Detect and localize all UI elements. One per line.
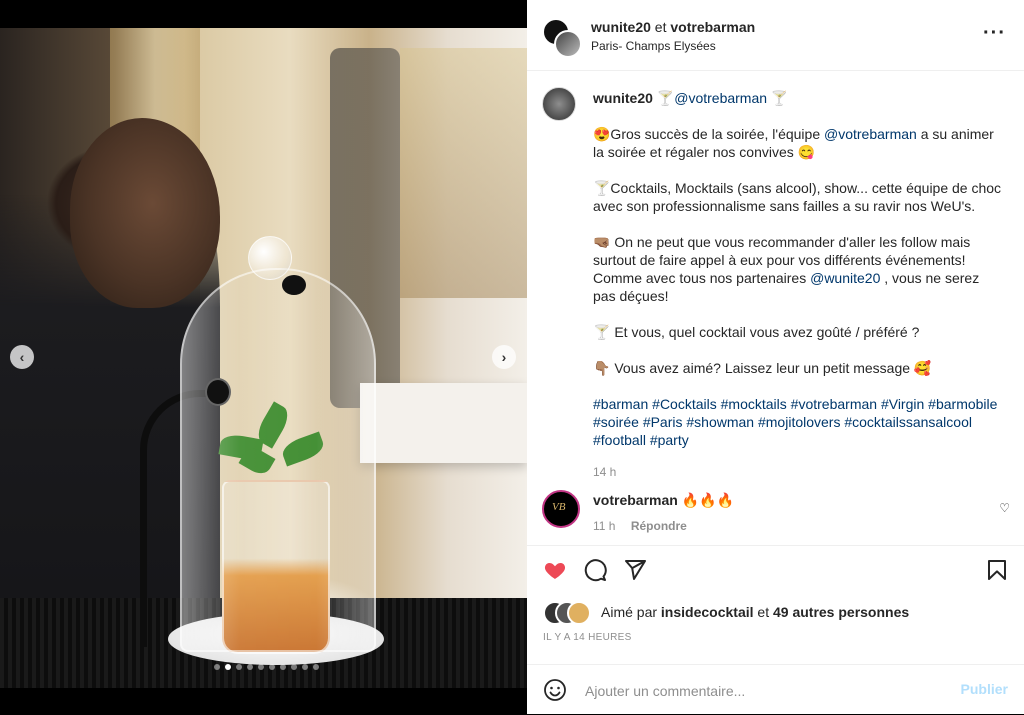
avatar [554,30,582,58]
carousel-dot [236,664,242,670]
mention-link[interactable]: @votrebarman [824,126,917,142]
more-options-button[interactable]: ··· [983,22,1006,45]
post-header: wunite20 et votrebarman Paris- Champs El… [527,0,1024,71]
heart-outline-icon: ♡ [999,501,1010,515]
comment-input[interactable] [583,679,947,703]
hashtag-link[interactable]: #barman [593,396,648,412]
bookmark-icon [988,560,1006,580]
comment-username[interactable]: votrebarman [593,492,678,508]
likes-prefix: Aimé par [601,604,658,620]
carousel-next-button[interactable]: › [492,345,516,369]
photo-bartender-head [70,118,220,308]
carousel-dot [214,664,220,670]
photo-mantel [360,383,527,463]
header-connector: et [654,19,667,35]
caption: wunite20 🍸@votrebarman 🍸 😍Gros succès de… [593,89,1003,481]
collab-avatars[interactable] [542,18,582,58]
caption-timestamp[interactable]: 14 h [593,463,1003,481]
publish-button[interactable]: Publier [961,681,1008,697]
comment-avatar-logo: VB [552,501,566,513]
comments-section: wunite20 🍸@votrebarman 🍸 😍Gros succès de… [527,71,1024,544]
mention-link[interactable]: @wunite20 [810,270,880,286]
carousel-prev-button[interactable]: ‹ [10,345,34,369]
photo-dome-valve [282,275,306,295]
photo-glass-dome [180,268,376,652]
caption-paragraph-3: 🤜🏽 On ne peut que vous recommander d'all… [593,233,1003,305]
hashtag-link[interactable]: #mocktails [721,396,787,412]
comment-button[interactable] [583,558,607,587]
collaborator-link[interactable]: votrebarman [670,19,755,35]
comment-text: 🔥🔥🔥 [681,492,734,508]
post-date[interactable]: IL Y A 14 HEURES [543,632,632,643]
post-side-panel: wunite20 et votrebarman Paris- Champs El… [527,0,1024,714]
avatar [567,601,591,625]
caption-paragraph-2: 🍸Cocktails, Mocktails (sans alcool), sho… [593,180,1002,214]
action-bar [527,545,1024,598]
carousel-dot [313,664,319,670]
smiley-icon [544,679,566,701]
hashtag-link[interactable]: #showman [686,414,754,430]
heart-filled-icon [544,563,566,579]
hashtag-link[interactable]: #Cocktails [652,396,717,412]
post-header-title: wunite20 et votrebarman [591,19,755,35]
chevron-right-icon: › [501,349,507,365]
hashtag-link[interactable]: #Paris [643,414,683,430]
hashtag-link[interactable]: #football [593,432,646,448]
comment-icon [584,559,607,582]
carousel-dot [291,664,297,670]
emoji-button[interactable] [543,678,567,707]
comment-meta: 11 h Répondre [593,519,699,533]
hashtag-link[interactable]: #votrebarman [791,396,877,412]
post-media: ‹ › [0,0,527,714]
photo-dome-knob [248,236,292,280]
photo-dome-port [205,378,231,406]
hashtag-link[interactable]: #barmobile [928,396,997,412]
hashtag-link[interactable]: #soirée [593,414,639,430]
carousel-dot [269,664,275,670]
caption-text: 😍Gros succès de la soirée, l'équipe [593,126,824,142]
carousel-indicator [214,664,319,670]
reply-button[interactable]: Répondre [631,519,687,533]
caption-hashtags: #barman #Cocktails #mocktails #votrebarm… [593,395,1003,449]
share-button[interactable] [623,558,647,587]
save-button[interactable] [985,558,1009,587]
carousel-dot [258,664,264,670]
hashtag-link[interactable]: #mojitolovers [758,414,840,430]
comment-body: votrebarman 🔥🔥🔥 [593,492,734,509]
likes-summary: Aimé par insidecocktail et 49 autres per… [601,604,909,620]
hashtag-link[interactable]: #cocktailssansalcool [844,414,972,430]
carousel-dot [302,664,308,670]
like-button[interactable] [543,558,567,587]
caption-intro-mention[interactable]: 🍸@votrebarman 🍸 [657,90,789,106]
hashtag-link[interactable]: #party [650,432,689,448]
more-horizontal-icon: ··· [983,22,1006,44]
others-likes-link[interactable]: 49 autres personnes [773,604,909,620]
comment-avatar[interactable]: VB [542,490,580,528]
photo-mirror [400,48,527,298]
liker-link[interactable]: insidecocktail [661,604,754,620]
author-link[interactable]: wunite20 [591,19,651,35]
hashtag-link[interactable]: #Virgin [881,396,924,412]
chevron-left-icon: ‹ [19,349,25,365]
caption-paragraph-4: 🍸 Et vous, quel cocktail vous avez goûté… [593,324,920,340]
post-photo[interactable] [0,28,527,688]
paper-plane-icon [625,560,646,580]
comment-like-button[interactable]: ♡ [999,501,1010,515]
likes-connector: et [757,604,770,620]
comment-timestamp[interactable]: 11 h [593,519,615,533]
carousel-dot [225,664,231,670]
likers-avatars[interactable] [543,601,599,625]
add-comment-bar: Publier [527,664,1024,715]
carousel-dot [280,664,286,670]
carousel-dot [247,664,253,670]
caption-username[interactable]: wunite20 [593,90,653,106]
location-link[interactable]: Paris- Champs Elysées [591,39,716,53]
caption-avatar[interactable] [542,87,576,121]
caption-paragraph-1: 😍Gros succès de la soirée, l'équipe @vot… [593,125,1003,161]
caption-paragraph-5: 👇🏽 Vous avez aimé? Laissez leur un petit… [593,360,932,376]
